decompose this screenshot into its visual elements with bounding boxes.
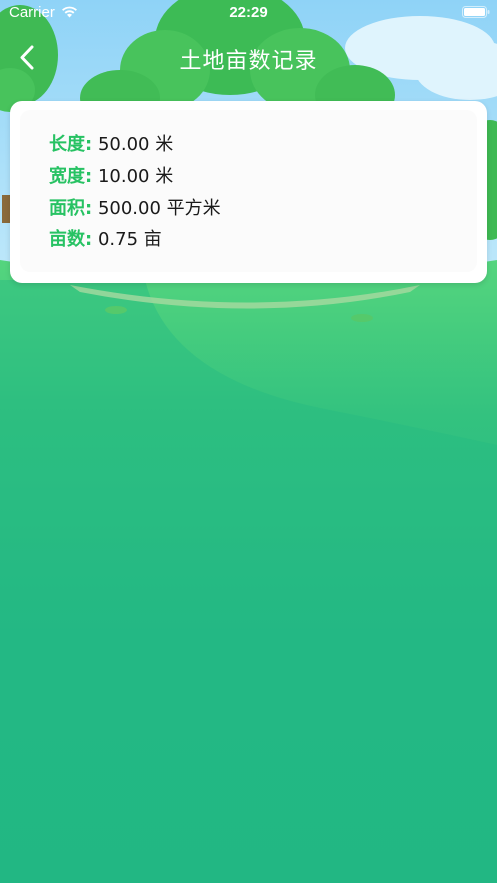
length-label: 长度: bbox=[49, 134, 93, 155]
length-value: 50.00 米 bbox=[97, 134, 174, 155]
area-label: 面积: bbox=[49, 198, 93, 219]
page-title: 土地亩数记录 bbox=[179, 49, 318, 74]
area-value: 500.00 平方米 bbox=[97, 198, 221, 219]
record-card: 长度: 50.00 米 宽度: 10.00 米 面积: 500.00 平方米 亩… bbox=[10, 101, 487, 283]
mu-value: 0.75 亩 bbox=[97, 229, 162, 250]
length-row: 长度: 50.00 米 bbox=[49, 134, 173, 156]
width-row: 宽度: 10.00 米 bbox=[49, 166, 173, 188]
mu-row: 亩数: 0.75 亩 bbox=[49, 229, 162, 251]
width-label: 宽度: bbox=[49, 166, 93, 187]
width-value: 10.00 米 bbox=[97, 166, 174, 187]
status-bar: Carrier 22:29 bbox=[0, 0, 497, 26]
area-row: 面积: 500.00 平方米 bbox=[49, 198, 221, 220]
clock: 22:29 bbox=[229, 4, 268, 21]
record-card-inner: 长度: 50.00 米 宽度: 10.00 米 面积: 500.00 平方米 亩… bbox=[20, 110, 477, 272]
battery-icon bbox=[462, 6, 490, 18]
mu-label: 亩数: bbox=[49, 229, 93, 250]
